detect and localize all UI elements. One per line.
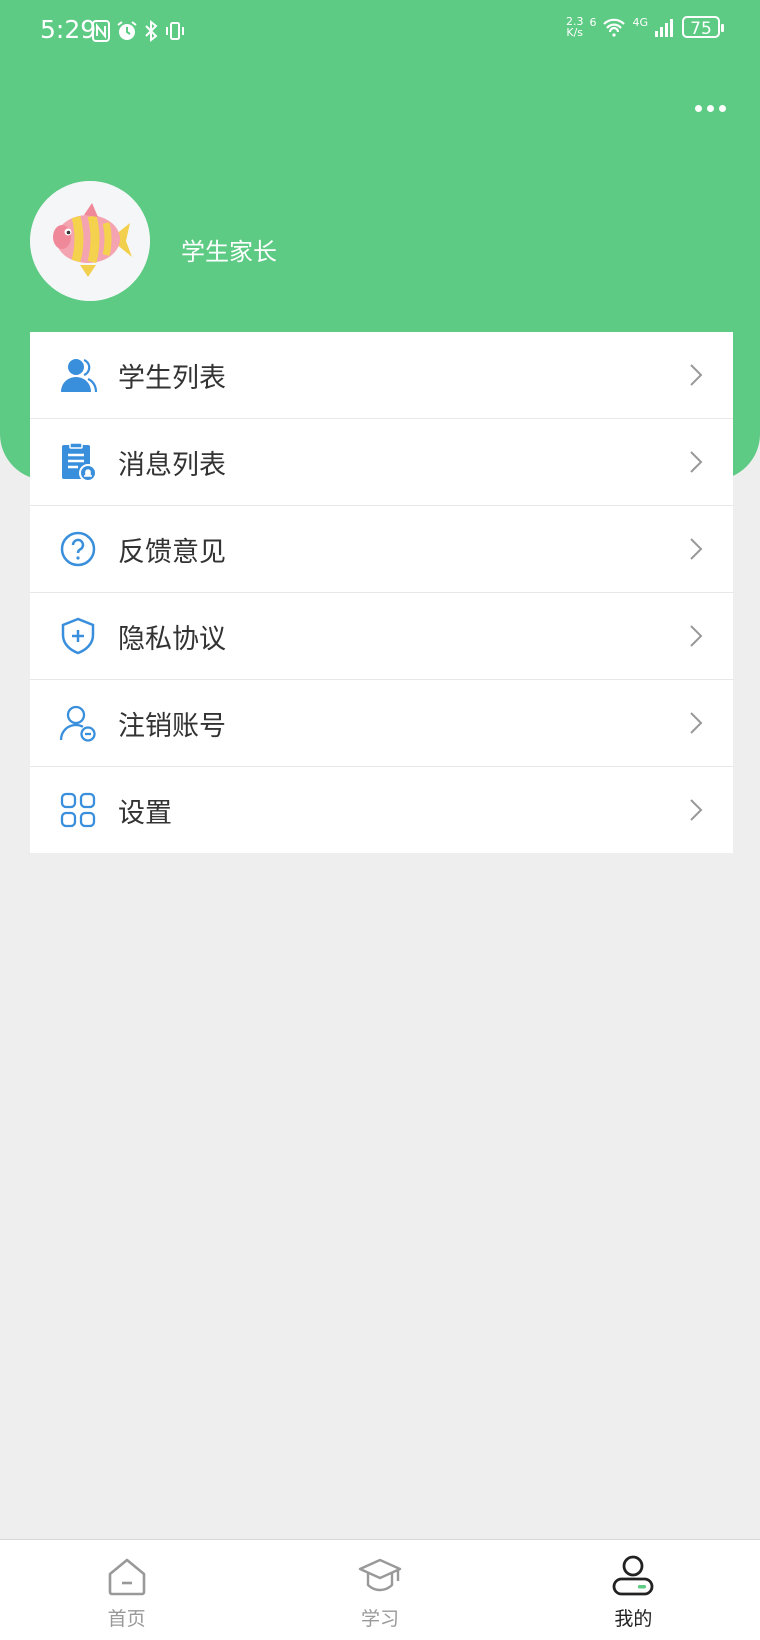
profile-icon [612, 1555, 654, 1596]
menu-item-label: 反馈意见 [118, 537, 226, 568]
menu-item-label: 学生列表 [118, 363, 226, 394]
shield-icon [61, 617, 95, 655]
status-right-icons: 2.3 K/s 6 4G 75 [566, 16, 724, 39]
chevron-right-icon [690, 625, 703, 647]
nfc-icon [92, 20, 110, 42]
network-type: 4G [632, 16, 648, 29]
more-dot-icon [694, 104, 702, 112]
tab-home[interactable]: 首页 [0, 1540, 253, 1640]
tab-mine[interactable]: 我的 [507, 1540, 760, 1640]
chevron-right-icon [690, 538, 703, 560]
menu-item-label: 设置 [118, 798, 172, 829]
user-remove-icon [59, 705, 96, 742]
signal-icon [655, 19, 673, 37]
grid-icon [60, 792, 96, 828]
fish-avatar-icon [30, 181, 150, 301]
network-speed-unit: K/s [566, 26, 584, 39]
menu-item-label: 隐私协议 [118, 624, 226, 655]
more-dot-icon [706, 104, 714, 112]
menu-item-feedback[interactable]: 反馈意见 [30, 506, 733, 593]
alarm-icon [117, 21, 137, 40]
bottom-tab-bar: 首页 学习 我的 [0, 1539, 760, 1640]
tab-study[interactable]: 学习 [253, 1540, 506, 1640]
menu-item-label: 注销账号 [118, 711, 226, 742]
chevron-right-icon [690, 799, 703, 821]
tab-label: 我的 [614, 1608, 653, 1630]
menu-item-label: 消息列表 [118, 450, 226, 481]
vibrate-icon [166, 22, 184, 40]
wifi-icon [603, 18, 626, 37]
message-list-icon [62, 442, 97, 482]
graduation-cap-icon [358, 1558, 402, 1592]
bluetooth-icon [145, 20, 158, 42]
home-icon [108, 1558, 145, 1596]
students-icon [61, 358, 98, 393]
tab-label: 学习 [360, 1608, 399, 1630]
wifi-label: 6 [589, 16, 597, 29]
chevron-right-icon [690, 712, 703, 734]
menu-item-message-list[interactable]: 消息列表 [30, 419, 733, 506]
menu-list: 学生列表 消息列表 反馈意见 隐私协议 注销账号 设置 [30, 332, 733, 853]
chevron-right-icon [690, 364, 703, 386]
chevron-right-icon [690, 451, 703, 473]
username: 学生家长 [181, 238, 277, 266]
tab-label: 首页 [107, 1608, 146, 1630]
battery-indicator: 75 [682, 16, 724, 39]
status-time: 5:29 [40, 15, 97, 44]
avatar[interactable] [30, 181, 150, 301]
more-dot-icon [718, 104, 726, 112]
status-bar: 5:29 2.3 K/s 6 4G 75 [0, 0, 760, 62]
menu-item-delete-account[interactable]: 注销账号 [30, 680, 733, 767]
network-speed: 2.3 K/s [566, 16, 584, 38]
status-left-icons [92, 18, 186, 44]
menu-item-student-list[interactable]: 学生列表 [30, 332, 733, 419]
question-icon [60, 531, 96, 567]
menu-item-privacy[interactable]: 隐私协议 [30, 593, 733, 680]
more-options-button[interactable] [690, 96, 730, 120]
menu-item-settings[interactable]: 设置 [30, 767, 733, 853]
